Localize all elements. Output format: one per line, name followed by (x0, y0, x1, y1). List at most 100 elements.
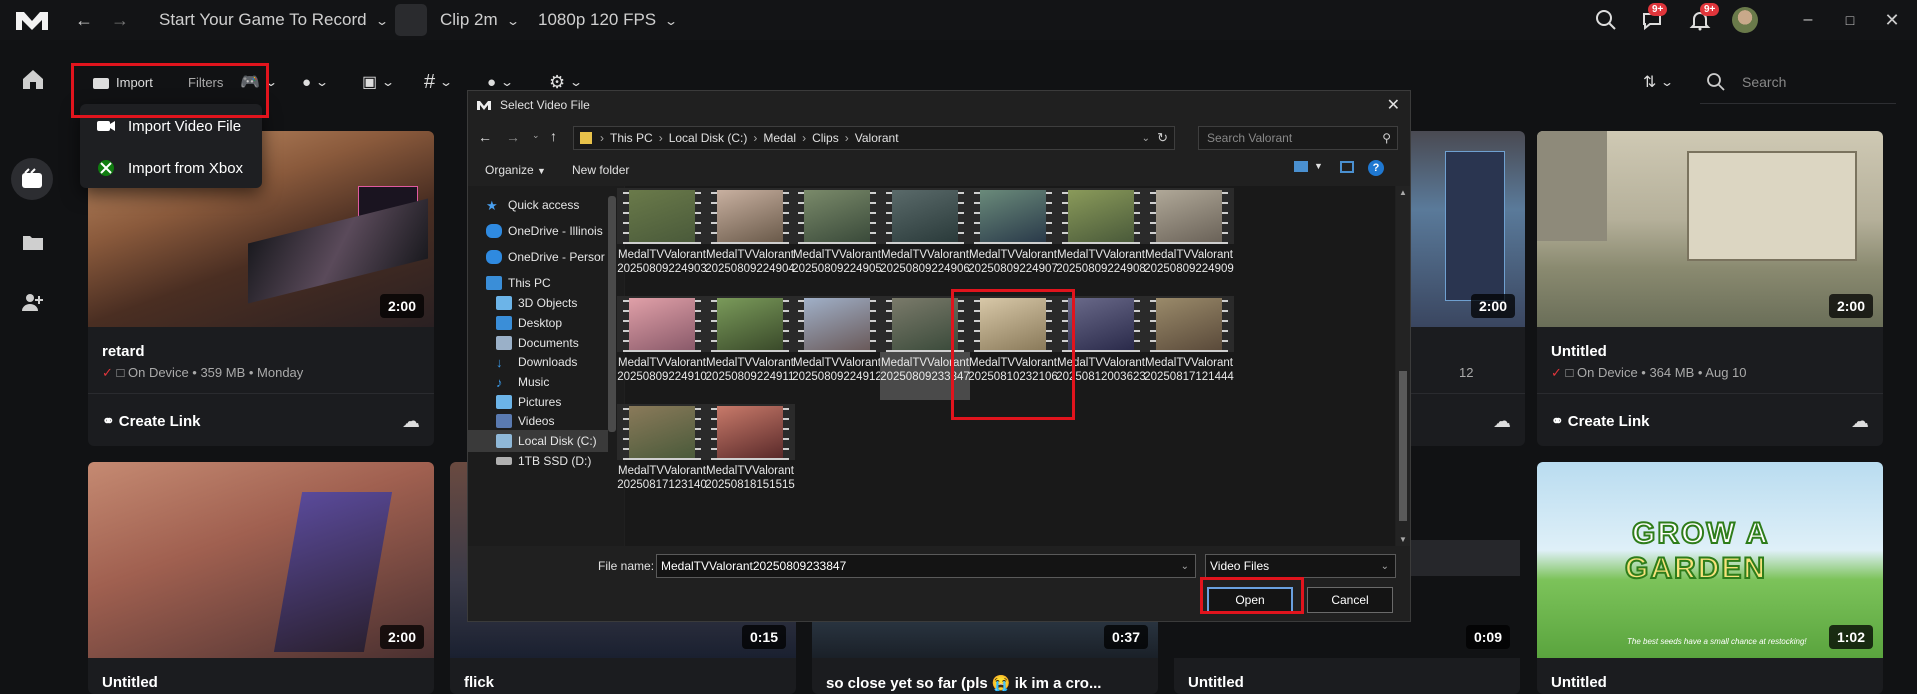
file-item[interactable]: MedalTVValorant 20250809224911 (705, 296, 795, 400)
file-item[interactable]: MedalTVValorant 20250809224906 (880, 188, 970, 292)
view-dropdown-icon[interactable]: ▼ (1314, 161, 1323, 171)
preview-pane-icon[interactable] (1340, 161, 1354, 173)
highlight-import (71, 63, 269, 118)
clip-card[interactable]: 2:00 Untitled ✓ □ On Device • 364 MB • A… (1537, 131, 1883, 446)
clip-card[interactable]: GROW A GARDEN The best seeds have a smal… (1537, 462, 1883, 694)
folder-icon (580, 132, 592, 144)
file-type-select[interactable]: Video Files ⌄ (1205, 554, 1396, 578)
clip-meta: ✓ □ On Device • 364 MB • Aug 10 (1551, 365, 1747, 380)
clip-duration: 2:00 (379, 294, 424, 318)
clip-duration: 2:00 (1828, 294, 1873, 318)
music-note-icon: ♪ (496, 375, 503, 390)
address-path[interactable]: › This PC › Local Disk (C:) › Medal › Clips … (573, 126, 1175, 150)
computer-icon (486, 276, 502, 290)
nav-onedrive-illinois[interactable]: OneDrive - Illinois (486, 220, 626, 242)
search-icon (1707, 73, 1725, 91)
help-icon[interactable]: ? (1368, 160, 1384, 176)
file-item[interactable]: MedalTVValorant 20250809224907 (968, 188, 1058, 292)
user-icon: ● (487, 73, 497, 91)
file-item[interactable]: MedalTVValorant 20250809224909 (1144, 188, 1234, 292)
clip-search[interactable]: Search (1700, 60, 1896, 104)
file-name-input[interactable]: MedalTVValorant20250809233847 ⌄ (656, 554, 1196, 578)
scroll-thumb[interactable] (1399, 371, 1407, 521)
maximize-icon[interactable]: □ (1838, 8, 1862, 32)
nav-ssd-d[interactable]: 1TB SSD (D:) (496, 450, 636, 472)
minimize-icon[interactable]: – (1796, 8, 1820, 32)
import-from-xbox-item[interactable]: Import from Xbox (80, 148, 262, 188)
nav-onedrive-personal[interactable]: OneDrive - Persor (486, 246, 626, 268)
file-item[interactable]: MedalTVValorant 20250809224908 (1056, 188, 1146, 292)
nav-local-disk-c[interactable]: Local Disk (C:) (468, 430, 608, 452)
file-item[interactable]: MedalTVValorant 20250809224910 (617, 296, 707, 400)
search-icon: ⚲ (1382, 131, 1391, 145)
clips-icon[interactable] (19, 167, 45, 191)
search-icon[interactable] (1594, 8, 1618, 32)
quality-selector[interactable]: 1080p 120 FPS ⌄ (538, 10, 678, 30)
back-arrow-icon[interactable]: ← (72, 8, 96, 32)
image-icon: ▣ (362, 74, 378, 91)
download-arrow-icon: ↓ (496, 355, 503, 370)
up-arrow-icon[interactable]: ↑ (550, 128, 557, 144)
file-item[interactable]: MedalTVValorant 20250817123140 (617, 404, 707, 508)
add-friend-icon[interactable] (20, 290, 46, 314)
file-item[interactable]: MedalTVValorant 20250809224905 (792, 188, 882, 292)
user-avatar[interactable] (1732, 7, 1758, 33)
path-dropdown-icon[interactable]: ⌄ (1142, 133, 1150, 144)
forward-arrow-icon[interactable]: → (506, 129, 520, 145)
folder-icon[interactable] (20, 230, 46, 254)
clip-icon[interactable] (395, 4, 427, 36)
create-link-button[interactable]: ⚭ Create Link (1551, 412, 1649, 430)
media-filter[interactable]: ▣ ⌄ (362, 60, 395, 104)
forward-arrow-icon[interactable]: → (108, 8, 132, 32)
file-name-dropdown-icon[interactable]: ⌄ (1181, 561, 1189, 572)
weapon-render (273, 492, 393, 652)
nav-scrollbar[interactable] (608, 196, 616, 432)
file-item[interactable]: MedalTVValorant 20250809224912 (792, 296, 882, 400)
location-filter[interactable]: ● ⌄ (302, 60, 329, 104)
clip-title[interactable]: Untitled (102, 674, 158, 691)
dialog-search-input[interactable]: Search Valorant ⚲ (1198, 126, 1398, 150)
view-options-icon[interactable] (1294, 161, 1308, 172)
back-arrow-icon[interactable]: ← (478, 129, 492, 145)
dialog-title: Select Video File (500, 98, 590, 112)
cloud-upload-icon[interactable]: ☁ (1493, 411, 1511, 432)
medal-logo-icon[interactable] (14, 8, 50, 32)
game-selector[interactable]: Start Your Game To Record ⌄ (159, 10, 389, 30)
clip-duration: 0:37 (1103, 625, 1148, 649)
new-folder-button[interactable]: New folder (572, 163, 629, 177)
home-icon[interactable] (20, 67, 46, 91)
cloud-icon (486, 224, 502, 238)
refresh-icon[interactable]: ↻ (1157, 130, 1168, 146)
desktop-icon (496, 316, 512, 330)
close-icon[interactable]: ✕ (1880, 8, 1904, 32)
dialog-close-icon[interactable]: ✕ (1387, 95, 1400, 115)
clip-duration: 0:15 (741, 625, 786, 649)
file-list-scrollbar[interactable]: ▲ ▼ (1396, 186, 1410, 546)
garden-caption: The best seeds have a small chance at re… (1627, 637, 1807, 646)
clip-title[interactable]: retard (102, 343, 145, 360)
sort-button[interactable]: ⇅ ⌄ (1643, 60, 1674, 104)
create-link-button[interactable]: ⚭ Create Link (102, 412, 200, 430)
clip-duration: 0:09 (1465, 625, 1510, 649)
nav-quick-access[interactable]: ★ Quick access (486, 194, 626, 216)
nav-this-pc[interactable]: This PC (486, 272, 626, 294)
tag-filter[interactable]: # ⌄ (424, 60, 453, 104)
organize-button[interactable]: Organize ▼ (485, 163, 546, 177)
clip-title[interactable]: Untitled (1551, 343, 1607, 360)
clip-title[interactable]: Untitled (1188, 674, 1244, 691)
clip-title[interactable]: flick (464, 674, 494, 691)
file-item[interactable]: MedalTVValorant 20250809224903 (617, 188, 707, 292)
file-item[interactable]: MedalTVValorant 20250818151515 (705, 404, 795, 508)
clip-title[interactable]: Untitled (1551, 674, 1607, 691)
file-item[interactable]: MedalTVValorant 20250809224904 (705, 188, 795, 292)
hashtag-icon: # (424, 70, 436, 93)
video-icon (496, 414, 512, 428)
cloud-upload-icon[interactable]: ☁ (402, 411, 420, 432)
cancel-button[interactable]: Cancel (1307, 587, 1393, 613)
file-item[interactable]: MedalTVValorant 20250817121444 (1144, 296, 1234, 400)
cloud-upload-icon[interactable]: ☁ (1851, 411, 1869, 432)
recent-locations-icon[interactable]: ⌄ (532, 130, 540, 141)
clip-card[interactable]: 2:00 Untitled (88, 462, 434, 694)
clip-title[interactable]: so close yet so far (pls 😭 ik im a cro..… (826, 674, 1101, 692)
clip-length-selector[interactable]: Clip 2m ⌄ (440, 10, 520, 30)
